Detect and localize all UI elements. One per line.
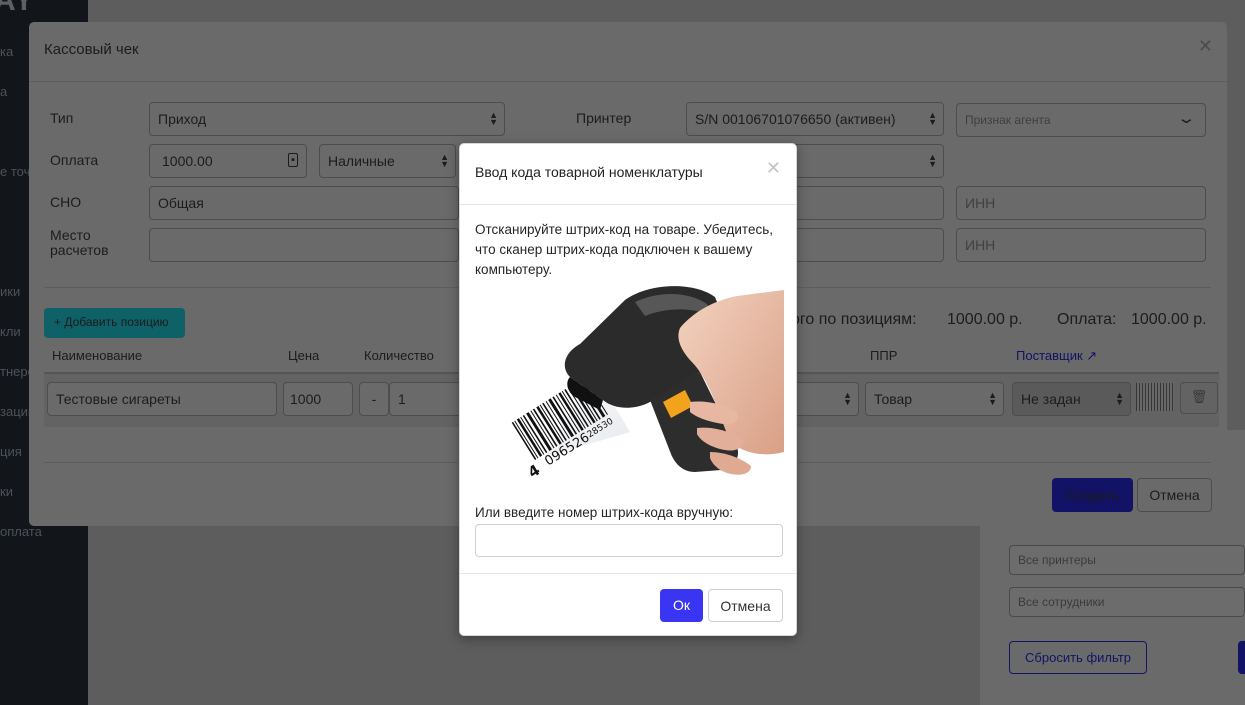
create-button[interactable]: Создать: [1052, 478, 1133, 512]
sidebar-item[interactable]: е точ: [0, 164, 30, 179]
printer-filter-select[interactable]: Все принтеры: [1009, 545, 1245, 575]
type-select[interactable]: Приход ▲ ▼: [149, 102, 505, 136]
tax-system-label: СНО: [50, 194, 82, 210]
barcode-dialog-title: Ввод кода товарной номенклатуры: [475, 164, 703, 180]
sidebar-item[interactable]: ки: [0, 484, 13, 499]
sidebar-item[interactable]: а: [0, 84, 7, 99]
payment-method-select[interactable]: Наличные ▲ ▼: [319, 144, 456, 178]
column-header-price: Цена: [288, 348, 320, 363]
sidebar-item[interactable]: кли: [0, 324, 21, 339]
supplier-select[interactable]: Не задан ▲ ▼: [1012, 382, 1131, 416]
printer-label: Принтер: [576, 110, 632, 126]
cancel-button[interactable]: Отмена: [1137, 478, 1212, 512]
select-caret-icon: ▲ ▼: [1115, 390, 1124, 407]
trash-icon[interactable]: 🗑: [1180, 382, 1218, 414]
scanner-image-icon: 4 096526 28530: [511, 286, 784, 482]
barcode-dialog-header: Ввод кода товарной номенклатуры ✕: [460, 144, 796, 205]
select-caret-icon: ▲ ▼: [928, 110, 937, 127]
dialog-cancel-button[interactable]: Отмена: [708, 589, 783, 622]
svg-text:4: 4: [525, 461, 543, 482]
inn-input-2[interactable]: ИНН: [956, 228, 1206, 262]
select-caret-icon: ▲ ▼: [988, 390, 997, 407]
payment-total-label: Оплата:: [1057, 311, 1117, 328]
positions-total-value: 1000.00 р.: [947, 311, 1023, 328]
sidebar-item[interactable]: оплата: [0, 524, 42, 539]
select-caret-icon: ▲ ▼: [489, 110, 498, 127]
select-caret-icon: ▲ ▼: [440, 152, 449, 169]
add-position-button[interactable]: + Добавить позицию: [44, 308, 185, 338]
column-header-ppr: ППР: [870, 348, 898, 363]
scan-instructions: Отсканируйте штрих-код на товаре. Убедит…: [475, 222, 773, 277]
select-caret-icon: ▲ ▼: [843, 390, 852, 407]
item-name-input[interactable]: Тестовые сигареты: [47, 382, 277, 416]
column-header-quantity: Количество: [364, 348, 434, 363]
positions-total-label: ого по позициям:: [791, 311, 917, 328]
row-select[interactable]: ▲ ▼: [789, 382, 859, 416]
barcode-scanner-illustration: 4 096526 28530: [475, 282, 784, 504]
qty-minus-button[interactable]: -: [359, 382, 389, 416]
ppr-select[interactable]: Товар ▲ ▼: [865, 382, 1004, 416]
payment-label: Оплата: [50, 152, 99, 168]
sidebar-item[interactable]: ики: [0, 284, 20, 299]
qty-input[interactable]: 1: [389, 382, 461, 416]
type-label: Тип: [50, 110, 74, 126]
close-icon[interactable]: ✕: [766, 158, 781, 179]
barcode-dialog: Ввод кода товарной номенклатуры ✕ Отскан…: [459, 143, 797, 636]
external-link-icon: ↗: [1086, 348, 1098, 363]
inn-input[interactable]: ИНН: [956, 186, 1206, 220]
payment-place-label: Место расчетов: [50, 227, 109, 258]
tax-system-field[interactable]: Общая: [149, 186, 459, 220]
agent-select[interactable]: Признак агента ⌄: [956, 103, 1206, 137]
dialog-footer-divider: [460, 573, 796, 574]
barcode-icon[interactable]: [1136, 383, 1174, 411]
payment-total-value: 1000.00 р.: [1131, 311, 1207, 328]
ok-button[interactable]: Ок: [660, 589, 703, 622]
sidebar-item[interactable]: ция: [0, 444, 22, 459]
reset-filter-button[interactable]: Сбросить фильтр: [1009, 641, 1147, 674]
printer-select[interactable]: S/N 00106701076650 (активен) ▲ ▼: [686, 102, 944, 136]
item-price-input[interactable]: 1000: [283, 382, 353, 416]
receipt-modal-header: Кассовый чек ✕: [29, 22, 1227, 82]
calculator-icon: ▪: [288, 153, 298, 167]
payment-amount-input[interactable]: 1000.00 ▪: [149, 144, 307, 178]
manual-entry-label: Или введите номер штрих-кода вручную:: [475, 505, 734, 520]
payment-place-input[interactable]: [149, 228, 459, 262]
column-header-name: Наименование: [52, 348, 143, 363]
barcode-manual-input[interactable]: [475, 524, 783, 557]
app-logo: AY: [0, 0, 35, 17]
employee-filter-select[interactable]: Все сотрудники: [1009, 587, 1245, 617]
select-caret-icon: ▲ ▼: [928, 152, 937, 169]
background-action-button[interactable]: [1238, 641, 1245, 674]
column-header-supplier-link[interactable]: Поставщик ↗: [1016, 348, 1097, 364]
receipt-modal-title: Кассовый чек: [44, 41, 139, 58]
chevron-down-icon: ⌄: [1176, 110, 1197, 127]
close-icon[interactable]: ✕: [1198, 36, 1213, 57]
sidebar-item[interactable]: ка: [0, 44, 13, 59]
